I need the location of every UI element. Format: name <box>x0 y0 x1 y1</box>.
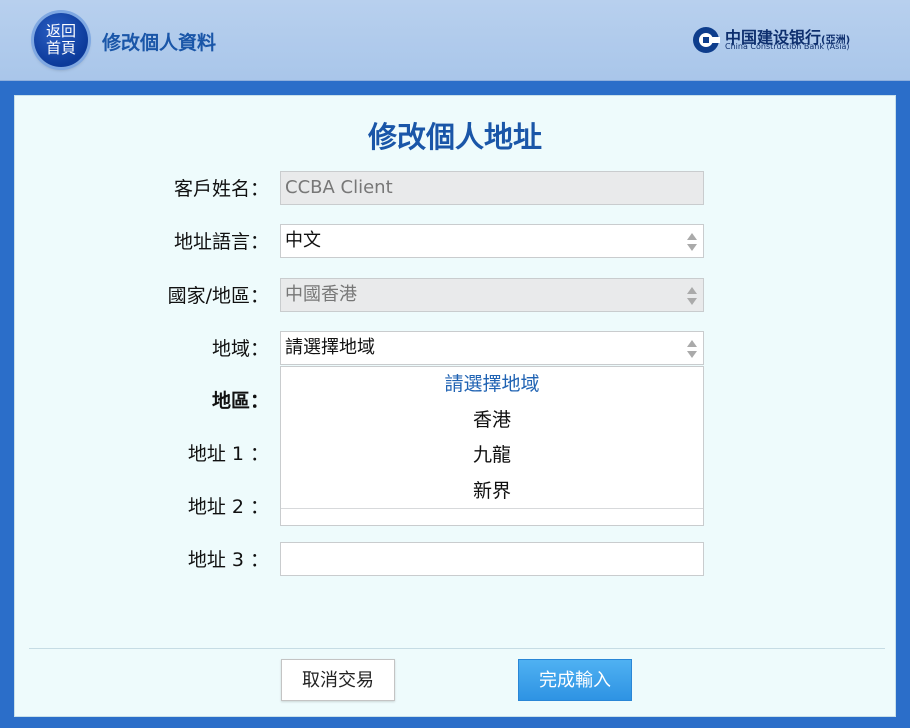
home-label-line2: 首頁 <box>45 39 76 57</box>
address3-label: 地址 3 ： <box>187 549 269 571</box>
done-button[interactable]: 完成輸入 <box>518 659 632 701</box>
region-value: 請選擇地域 <box>285 337 375 358</box>
address3-input[interactable] <box>280 542 704 576</box>
page-title: 修改個人資料 <box>102 32 217 54</box>
language-value: 中文 <box>285 230 321 251</box>
region-label: 地域： <box>211 338 269 360</box>
name-label: 客戶姓名： <box>173 178 269 200</box>
form-title: 修改個人地址 <box>367 120 542 154</box>
divider <box>29 648 885 649</box>
form-panel: 修改個人地址 客戶姓名： CCBA Client 地址語言： 中文 國家/地區：… <box>14 95 896 717</box>
region-select[interactable]: 請選擇地域 <box>280 331 704 365</box>
language-select[interactable]: 中文 <box>280 224 704 258</box>
language-label: 地址語言： <box>173 231 269 253</box>
region-option[interactable]: 九龍 <box>281 438 703 474</box>
country-select: 中國香港 <box>280 278 704 312</box>
select-arrows-icon <box>687 340 697 358</box>
select-arrows-icon <box>687 287 697 305</box>
bank-logo: 中国建设银行(亞洲) China Construction Bank (Asia… <box>692 24 882 58</box>
region-dropdown-list[interactable]: 請選擇地域 香港 九龍 新界 <box>280 366 704 526</box>
country-value: 中國香港 <box>285 284 357 305</box>
ccb-logo-icon <box>693 27 720 53</box>
district-label: 地區： <box>211 390 269 412</box>
home-label-line1: 返回 <box>45 22 76 40</box>
address2-label: 地址 2 ： <box>187 496 269 518</box>
home-button[interactable]: 返回 首頁 <box>34 13 88 67</box>
select-arrows-icon <box>687 233 697 251</box>
name-field: CCBA Client <box>280 171 704 205</box>
header-bar: 返回 首頁 修改個人資料 中国建设银行(亞洲) China Constructi… <box>0 0 910 81</box>
region-option[interactable]: 請選擇地域 <box>281 367 703 403</box>
bank-name-en: China Construction Bank (Asia) <box>725 42 850 51</box>
address1-label: 地址 1 ： <box>187 443 269 465</box>
region-option[interactable]: 新界 <box>281 474 703 510</box>
country-label: 國家/地區： <box>167 285 269 307</box>
address2-field-edge <box>281 508 703 525</box>
cancel-button[interactable]: 取消交易 <box>281 659 395 701</box>
region-option[interactable]: 香港 <box>281 403 703 439</box>
